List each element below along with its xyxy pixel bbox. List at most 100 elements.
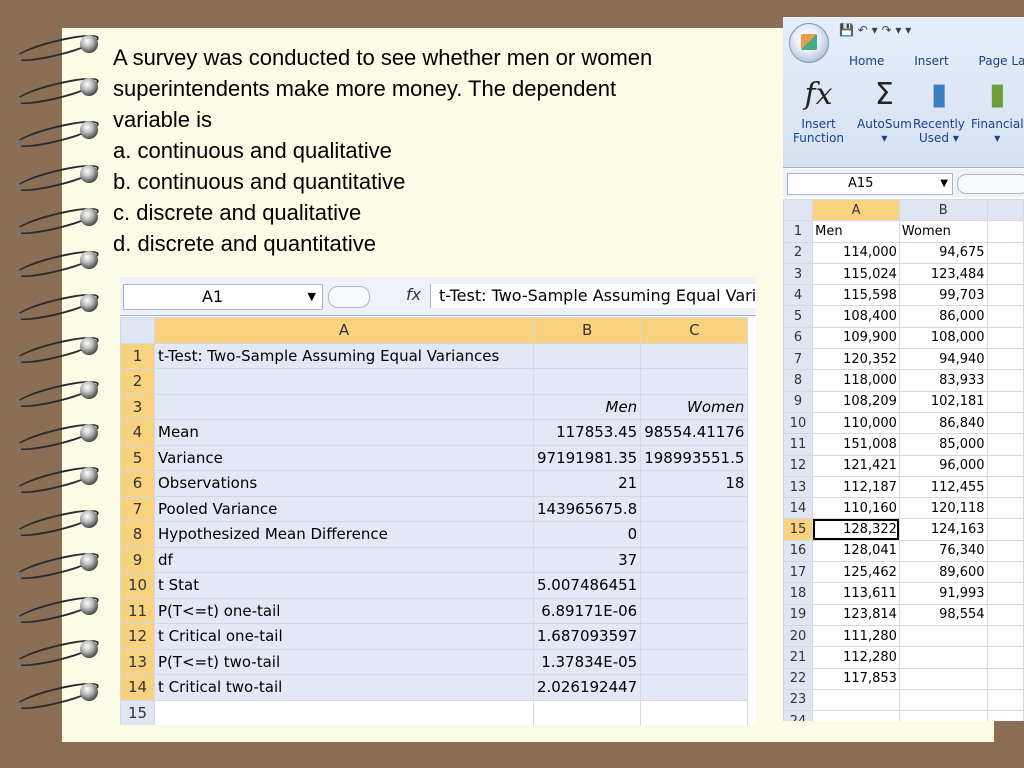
cell[interactable]: 113,611: [812, 582, 900, 605]
fx-icon[interactable]: fx: [406, 285, 421, 304]
cell[interactable]: [532, 342, 642, 369]
cell[interactable]: 108,400: [812, 305, 900, 328]
cell[interactable]: 18: [640, 470, 749, 497]
row-header[interactable]: 22: [783, 667, 814, 690]
cell[interactable]: 2.026192447: [532, 674, 642, 701]
cell[interactable]: 5.007486451: [532, 572, 642, 599]
office-button[interactable]: [789, 23, 829, 63]
cell[interactable]: 143965675.8: [532, 495, 642, 522]
cell[interactable]: [532, 699, 642, 725]
cell[interactable]: 37: [532, 546, 642, 573]
row-header[interactable]: 15: [783, 518, 814, 541]
column-header-b[interactable]: B: [532, 317, 642, 344]
row-header[interactable]: 2: [783, 241, 814, 264]
row-header[interactable]: 6: [783, 326, 814, 350]
cell[interactable]: 86,840: [898, 411, 988, 435]
row-header[interactable]: 7: [783, 348, 814, 371]
row-header[interactable]: 23: [783, 688, 814, 712]
cell[interactable]: Mean: [154, 419, 534, 446]
row-header[interactable]: 11: [783, 433, 814, 456]
cell[interactable]: [986, 284, 1024, 307]
row-header[interactable]: 3: [120, 393, 155, 420]
cell[interactable]: 112,187: [812, 475, 900, 499]
cell[interactable]: 123,814: [812, 603, 900, 626]
cell[interactable]: 98554.41176: [640, 419, 749, 446]
column-header-c[interactable]: C: [640, 317, 749, 344]
row-header[interactable]: 1: [783, 220, 814, 243]
cell[interactable]: 128,322: [812, 518, 900, 541]
cell[interactable]: t Critical two-tail: [154, 674, 534, 701]
row-header[interactable]: 5: [120, 444, 155, 471]
cell[interactable]: 198993551.5: [640, 444, 749, 471]
cell[interactable]: 76,340: [898, 539, 988, 563]
cell[interactable]: [812, 710, 900, 721]
tab-home[interactable]: Home: [849, 54, 884, 68]
row-header[interactable]: 10: [120, 572, 155, 599]
cell[interactable]: 98,554: [898, 603, 988, 626]
cell[interactable]: [986, 624, 1024, 648]
cell[interactable]: [986, 390, 1024, 413]
cell[interactable]: [986, 454, 1024, 477]
row-header[interactable]: 4: [120, 419, 155, 446]
cell[interactable]: 86,000: [898, 305, 988, 328]
cell[interactable]: 102,181: [898, 390, 988, 413]
dropdown-arrow-icon[interactable]: ▼: [940, 174, 948, 194]
cell[interactable]: 120,352: [812, 348, 900, 371]
row-header[interactable]: 12: [783, 454, 814, 477]
cell[interactable]: Men: [532, 393, 642, 420]
cell[interactable]: [986, 305, 1024, 328]
cell[interactable]: [154, 699, 534, 725]
cell[interactable]: 1.37834E-05: [532, 648, 642, 675]
cell[interactable]: [640, 623, 749, 650]
cell[interactable]: P(T<=t) one-tail: [154, 597, 534, 624]
cell[interactable]: 85,000: [898, 433, 988, 456]
cell[interactable]: [898, 646, 988, 669]
cell[interactable]: 6.89171E-06: [532, 597, 642, 624]
cell[interactable]: [898, 710, 988, 721]
cell[interactable]: [986, 688, 1024, 712]
cell[interactable]: [986, 348, 1024, 371]
cell[interactable]: [986, 603, 1024, 626]
cell[interactable]: P(T<=t) two-tail: [154, 648, 534, 675]
row-header[interactable]: 13: [120, 648, 155, 675]
cell[interactable]: [986, 326, 1024, 350]
select-all-corner[interactable]: [120, 317, 155, 344]
cell[interactable]: [898, 624, 988, 648]
cell[interactable]: [986, 369, 1024, 392]
cell[interactable]: 83,933: [898, 369, 988, 392]
cell[interactable]: [898, 688, 988, 712]
cell[interactable]: 115,598: [812, 284, 900, 307]
cell[interactable]: [986, 710, 1024, 721]
cell[interactable]: [986, 497, 1024, 520]
select-all-corner[interactable]: [783, 198, 814, 222]
cell[interactable]: 110,160: [812, 497, 900, 520]
row-header[interactable]: 7: [120, 495, 155, 522]
row-header[interactable]: 14: [783, 497, 814, 520]
name-box[interactable]: A15 ▼: [787, 173, 953, 195]
cell[interactable]: Women: [898, 220, 988, 243]
cell[interactable]: [986, 518, 1024, 541]
row-header[interactable]: 8: [120, 521, 155, 548]
cell[interactable]: [986, 433, 1024, 456]
row-header[interactable]: 9: [783, 390, 814, 413]
cell[interactable]: 121,421: [812, 454, 900, 477]
cell[interactable]: Pooled Variance: [154, 495, 534, 522]
redo-icon[interactable]: ↷ ▾: [882, 23, 902, 37]
undo-icon[interactable]: ↶ ▾: [858, 23, 878, 37]
cell[interactable]: 108,000: [898, 326, 988, 350]
cell[interactable]: 128,041: [812, 539, 900, 563]
save-icon[interactable]: 💾: [839, 23, 854, 37]
dropdown-arrow-icon[interactable]: ▼: [308, 285, 316, 309]
cell[interactable]: [986, 220, 1024, 243]
cell[interactable]: [640, 342, 749, 369]
row-header[interactable]: 20: [783, 624, 814, 648]
cell[interactable]: [986, 411, 1024, 435]
cell[interactable]: 109,900: [812, 326, 900, 350]
cell[interactable]: 125,462: [812, 561, 900, 584]
row-header[interactable]: 12: [120, 623, 155, 650]
formula-input[interactable]: t-Test: Two-Sample Assuming Equal Vari: [430, 284, 756, 308]
cell[interactable]: 0: [532, 521, 642, 548]
row-header[interactable]: 19: [783, 603, 814, 626]
cell[interactable]: 114,000: [812, 241, 900, 264]
cell[interactable]: 118,000: [812, 369, 900, 392]
